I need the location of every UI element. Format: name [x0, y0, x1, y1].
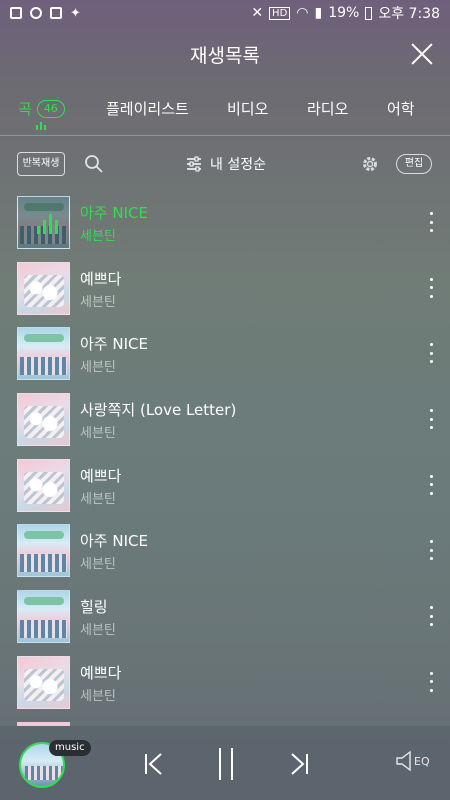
song-title: 아주 NICE — [80, 532, 148, 551]
signal-icon: ▮ — [314, 5, 323, 21]
song-title: 사랑쪽지 (Love Letter) — [80, 401, 237, 420]
sort-sliders-icon — [187, 156, 201, 172]
edit-button[interactable]: 편집 — [396, 154, 432, 174]
twitter-notification-icon: ✦ — [70, 5, 81, 21]
tab-songs-count-badge: 46 — [36, 99, 65, 118]
song-artist: 세븐틴 — [80, 229, 116, 244]
page-title: 재생목록 — [190, 44, 260, 67]
album-art — [17, 393, 70, 447]
battery-percent: 19% — [328, 5, 360, 21]
header: 재생목록 — [0, 28, 450, 80]
album-art — [17, 458, 70, 512]
toolbar: 반복재생 내 설정순 편집 — [0, 148, 450, 182]
tab-radio[interactable]: 라디오 — [307, 98, 348, 119]
music-badge: music — [49, 740, 91, 756]
song-artist: 세븐틴 — [80, 623, 116, 639]
tab-playlist[interactable]: 플레이리스트 — [106, 98, 189, 119]
more-options-icon[interactable] — [428, 409, 434, 430]
status-notification-icons: ✦ — [10, 6, 81, 21]
tab-bar: 곡 46 플레이리스트 비디오 라디오 어학 — [0, 92, 450, 136]
tab-songs-label: 곡 — [18, 100, 32, 118]
mute-icon: ✕ — [251, 5, 264, 21]
gear-icon[interactable] — [360, 154, 380, 174]
album-art — [17, 524, 70, 578]
album-art — [17, 590, 70, 644]
tabs-divider — [0, 135, 450, 136]
search-icon[interactable] — [84, 154, 104, 174]
song-title: 예쁘다 — [80, 269, 122, 288]
app-notification-icon — [10, 7, 22, 19]
song-title: 아주 NICE — [80, 335, 148, 354]
pause-icon[interactable] — [214, 746, 238, 782]
song-artist: 세븐틴 — [80, 294, 116, 310]
song-artist: 세븐틴 — [80, 491, 116, 507]
song-artist: 세븐틴 — [80, 426, 116, 442]
eq-button[interactable]: EQ — [396, 750, 430, 772]
song-row[interactable]: 아주 NICE 세븐틴 — [0, 323, 450, 389]
song-row[interactable]: 아주 NICE 세븐틴 — [0, 192, 450, 258]
sort-label: 내 설정순 — [210, 157, 266, 173]
more-options-icon[interactable] — [428, 540, 434, 561]
status-system-icons: ✕ HD ◠ ▮ 19% 오후 7:38 — [251, 3, 440, 23]
close-icon[interactable] — [410, 42, 434, 66]
more-options-icon[interactable] — [428, 606, 434, 627]
song-list: 아주 NICE 세븐틴 예쁘다 세븐틴 아주 NICE 세븐틴 사랑쪽지 (Lo… — [0, 192, 450, 718]
clock: 오후 7:38 — [378, 6, 440, 22]
repeat-button[interactable]: 반복재생 — [17, 152, 65, 176]
album-art — [17, 196, 70, 249]
tab-songs[interactable]: 곡 46 — [18, 98, 65, 119]
tab-video[interactable]: 비디오 — [227, 98, 268, 119]
active-tab-indicator-icon — [36, 122, 46, 130]
sort-button[interactable]: 내 설정순 — [186, 154, 266, 174]
song-title: 예쁘다 — [80, 466, 122, 485]
song-title: 힐링 — [80, 598, 108, 617]
song-title: 예쁘다 — [80, 663, 122, 682]
song-row[interactable]: 예쁘다 세븐틴 — [0, 455, 450, 521]
more-options-icon[interactable] — [428, 343, 434, 364]
tab-language[interactable]: 어학 — [387, 98, 415, 119]
song-artist: 세븐틴 — [80, 360, 116, 376]
mini-player: music EQ — [0, 726, 450, 800]
next-track-icon[interactable] — [287, 752, 311, 776]
status-bar: ✦ ✕ HD ◠ ▮ 19% 오후 7:38 — [0, 0, 450, 26]
previous-track-icon[interactable] — [142, 752, 166, 776]
album-art — [17, 261, 70, 315]
image-notification-icon — [50, 7, 62, 19]
eq-label: EQ — [414, 754, 430, 768]
more-options-icon[interactable] — [428, 671, 434, 692]
song-row[interactable]: 사랑쪽지 (Love Letter) 세븐틴 — [0, 389, 450, 455]
more-options-icon[interactable] — [428, 212, 434, 232]
more-options-icon[interactable] — [428, 277, 434, 298]
more-options-icon[interactable] — [428, 474, 434, 495]
song-row[interactable]: 예쁘다 세븐틴 — [0, 652, 450, 718]
song-title: 아주 NICE — [80, 204, 148, 222]
song-artist: 세븐틴 — [80, 557, 116, 573]
song-row[interactable]: 아주 NICE 세븐틴 — [0, 520, 450, 586]
song-row[interactable]: 예쁘다 세븐틴 — [0, 258, 450, 324]
song-row[interactable]: 힐링 세븐틴 — [0, 586, 450, 652]
camera-notification-icon — [30, 7, 42, 19]
song-artist: 세븐틴 — [80, 688, 116, 704]
hd-icon: HD — [269, 6, 291, 20]
battery-icon — [365, 6, 373, 20]
album-art — [17, 327, 70, 381]
now-playing-eq-icon — [37, 214, 58, 234]
album-art — [17, 655, 70, 709]
wifi-icon: ◠ — [296, 5, 309, 21]
speaker-icon — [396, 750, 411, 772]
